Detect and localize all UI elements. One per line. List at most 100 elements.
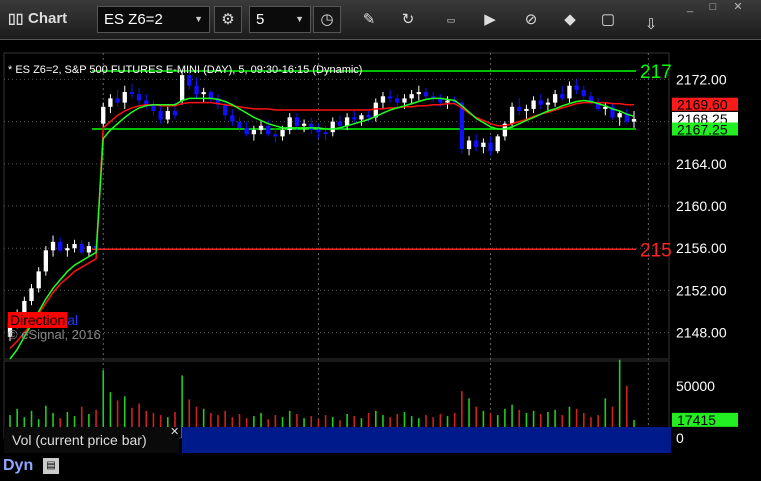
candle-body	[230, 115, 235, 122]
comment-icon[interactable]: ▢	[597, 9, 619, 31]
candle-body	[581, 89, 586, 97]
symbol-value: ES Z6=2	[104, 11, 163, 28]
candle-body	[36, 271, 41, 289]
candle-body	[129, 92, 135, 95]
candle-body	[273, 134, 278, 137]
y-tick-label: 2156.00	[676, 240, 727, 256]
candle-body	[380, 96, 386, 103]
dynamic-icon[interactable]: ▤	[43, 458, 59, 474]
close-icon[interactable]: ✕	[170, 425, 179, 438]
interval-input[interactable]: 5 ▼	[249, 6, 311, 33]
y-tick-label: 2152.00	[676, 282, 727, 298]
candle-body	[172, 111, 178, 116]
candle-body	[631, 118, 637, 122]
chevron-down-icon[interactable]: ▼	[194, 7, 203, 32]
candle-body	[474, 140, 479, 147]
volume-panel-strip	[182, 427, 671, 453]
clock-icon: ◷	[320, 11, 334, 28]
candle-body	[495, 136, 500, 152]
candle-body	[301, 123, 307, 126]
candle-body	[524, 108, 529, 112]
candle-body	[122, 92, 127, 103]
candle-body	[545, 102, 551, 105]
candle-body	[179, 75, 185, 101]
volume-tick-label: 0	[676, 430, 684, 446]
candle-body	[567, 85, 572, 99]
restore-icon[interactable]: □	[703, 0, 723, 14]
candle-body	[187, 75, 192, 86]
chart-axes: 2172.002168.002164.002160.002156.002152.…	[95, 71, 738, 481]
refresh-icon[interactable]: ↻	[397, 9, 419, 31]
drag-handle-icon[interactable]: ▯▯	[8, 10, 23, 27]
close-icon[interactable]: ✕	[728, 0, 748, 14]
candle-body	[158, 111, 163, 120]
dynamic-label[interactable]: Dyn	[3, 457, 33, 475]
candle-body	[251, 130, 257, 135]
settings-button[interactable]: ⚙	[214, 6, 242, 33]
get-icon[interactable]: ▭	[440, 9, 462, 31]
brand-text: Direction	[8, 312, 68, 328]
candle-body	[538, 100, 543, 105]
candle-body	[108, 98, 113, 107]
candle-body	[258, 125, 264, 131]
pin-icon[interactable]: ⇩	[640, 14, 662, 36]
candle-body	[387, 96, 393, 99]
level-label: 217	[640, 62, 672, 83]
brand-text-rest: al	[67, 312, 79, 328]
candle-body	[574, 85, 579, 90]
candle-body	[165, 111, 170, 120]
chart-toolbar: ▯▯ Chart ES Z6=2 ▼ ⚙ 5 ▼ ◷ ✎ ↻ ▭ ▶ ⊘ ◆ ▢ ⇩…	[0, 0, 761, 40]
candle-body	[423, 92, 429, 97]
candle-body	[266, 125, 271, 135]
candle-body	[560, 94, 565, 99]
candle-body	[43, 250, 49, 272]
candle-body	[481, 142, 486, 147]
candle-body	[366, 115, 371, 118]
settings-icon: ⚙	[221, 11, 235, 28]
candle-body	[509, 106, 515, 124]
candle-body	[344, 117, 350, 126]
y-tick-label: 2172.00	[676, 71, 727, 87]
chevron-down-icon[interactable]: ▼	[295, 7, 304, 32]
volume-panel-label[interactable]: Vol (current price bar)	[4, 427, 179, 453]
volume-flag-label: 17415	[677, 412, 716, 428]
chart-title: * ES Z6=2, S&P 500 FUTURES E-MINI (DAY),…	[8, 64, 362, 76]
pencil-icon[interactable]: ✎	[358, 9, 380, 31]
candle-body	[416, 92, 421, 95]
candle-body	[136, 94, 142, 101]
candle-body	[409, 94, 414, 99]
candle-body	[337, 121, 343, 126]
time-axis	[0, 455, 761, 481]
link-icon[interactable]: ⊘	[520, 9, 542, 31]
tag-icon[interactable]: ◆	[559, 9, 581, 31]
candle-body	[65, 248, 70, 251]
volume-tick-label: 50000	[676, 378, 715, 394]
candle-body	[531, 100, 536, 109]
brand-label: Direction al	[8, 312, 78, 328]
price-chart[interactable]: 217215 2172.002168.002164.002160.002156.…	[0, 40, 761, 481]
candle-body	[402, 98, 407, 103]
candle-body	[201, 92, 206, 95]
interval-value: 5	[256, 11, 265, 28]
candle-body	[237, 121, 242, 128]
y-tick-label: 2160.00	[676, 198, 727, 214]
candle-body	[244, 127, 249, 135]
candle-body	[280, 130, 285, 137]
candle-body	[352, 117, 357, 120]
candle-body	[517, 106, 522, 112]
play-icon[interactable]: ▶	[479, 9, 501, 31]
candle-body	[294, 117, 300, 126]
candle-body	[330, 121, 335, 133]
clock-button[interactable]: ◷	[313, 6, 341, 33]
candle-body	[223, 104, 228, 116]
symbol-input[interactable]: ES Z6=2 ▼	[97, 6, 210, 33]
candle-body	[72, 243, 77, 249]
candle-body	[316, 130, 321, 133]
price-flag-label: 2167.25	[677, 122, 728, 138]
candle-body	[79, 243, 84, 253]
app-title: Chart	[28, 10, 68, 27]
candle-body	[309, 123, 314, 131]
minimize-icon[interactable]: _	[680, 0, 700, 14]
candle-body	[86, 246, 92, 253]
candle-body	[552, 94, 558, 103]
